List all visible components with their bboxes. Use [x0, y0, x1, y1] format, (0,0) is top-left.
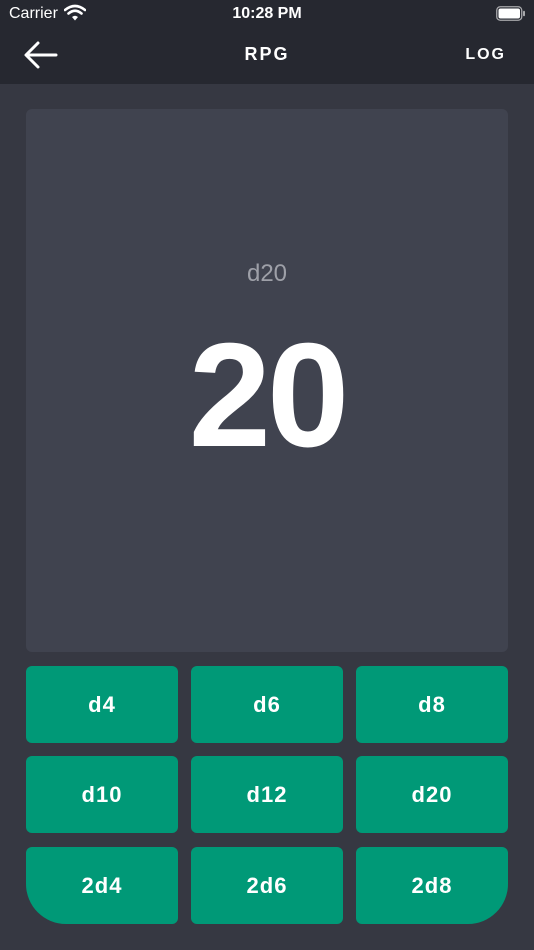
log-button[interactable]: LOG — [465, 46, 506, 64]
clock: 10:28 PM — [232, 5, 302, 22]
die-button-d12[interactable]: d12 — [191, 756, 343, 833]
roll-result-panel: d20 20 — [26, 109, 508, 652]
die-button-2d6[interactable]: 2d6 — [191, 847, 343, 924]
die-button-d10[interactable]: d10 — [26, 756, 178, 833]
die-button-d4[interactable]: d4 — [26, 666, 178, 743]
die-button-2d8[interactable]: 2d8 — [356, 847, 508, 924]
die-button-d20[interactable]: d20 — [356, 756, 508, 833]
die-button-2d4[interactable]: 2d4 — [26, 847, 178, 924]
die-button-d8[interactable]: d8 — [356, 666, 508, 743]
navigation-bar: RPG LOG — [0, 28, 534, 84]
status-bar: Carrier 10:28 PM — [0, 0, 534, 28]
battery-icon — [496, 6, 525, 21]
rolled-die-label: d20 — [246, 260, 288, 287]
die-button-d6[interactable]: d6 — [191, 666, 343, 743]
page-title: RPG — [244, 44, 290, 64]
roll-result-value: 20 — [188, 313, 350, 478]
